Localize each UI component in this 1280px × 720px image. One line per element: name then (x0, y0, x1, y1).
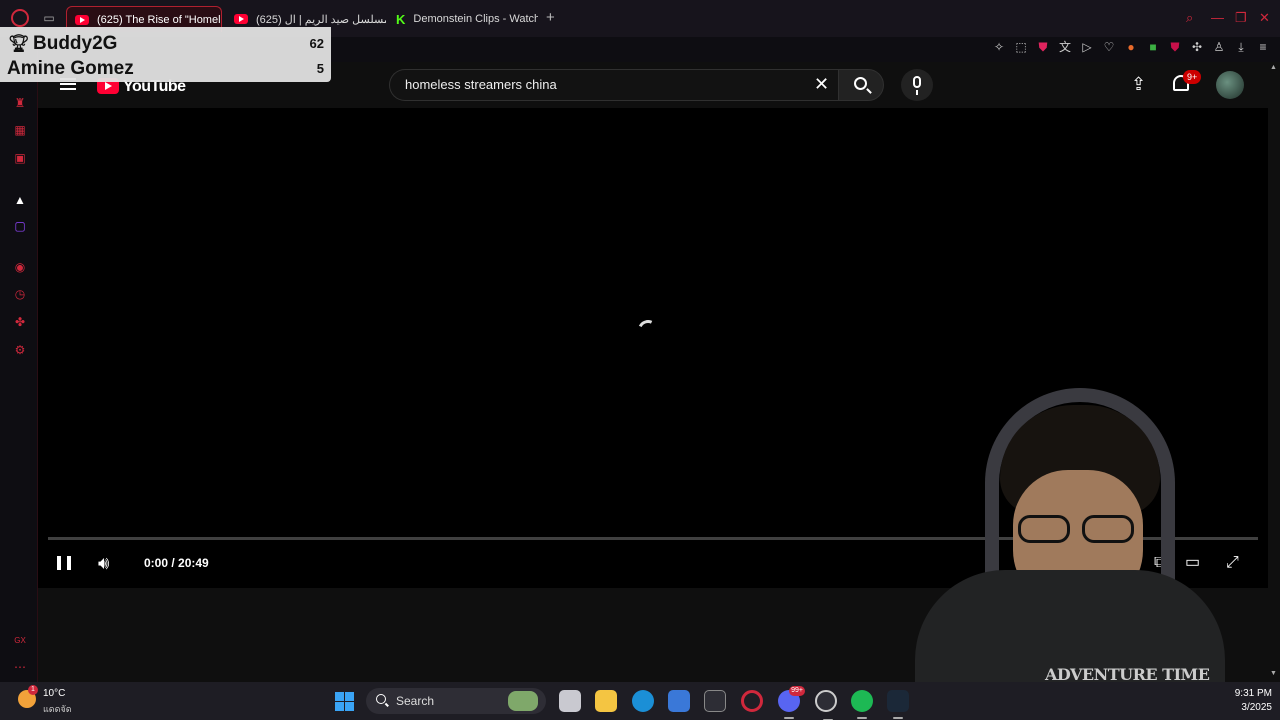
kick-icon: K (396, 11, 406, 27)
pin-icon[interactable]: ✧ (992, 40, 1006, 54)
taskbar-search[interactable]: Search (366, 688, 546, 714)
download-icon[interactable]: ⤓ (1234, 40, 1248, 54)
extension-fire-icon[interactable]: ● (1124, 40, 1138, 54)
desktop-screen: ▭ (625) The Rise of "Homel (625) مسلسل ص… (0, 0, 1280, 720)
glasses (1018, 515, 1138, 543)
trophy-icon: 🏆︎ (8, 34, 30, 53)
clear-search-icon[interactable]: ✕ (814, 74, 829, 94)
tab-kick[interactable]: K Demonstein Clips - Watch (388, 6, 538, 32)
history-icon[interactable]: ◷ (12, 286, 28, 302)
account-avatar[interactable] (1216, 71, 1244, 99)
start-button[interactable] (335, 692, 354, 711)
file-explorer-icon[interactable] (595, 690, 617, 712)
tab-title: Demonstein Clips - Watch (413, 13, 538, 25)
search-input[interactable]: homeless streamers china (389, 69, 838, 101)
clock-time: 9:31 PM (1234, 688, 1272, 699)
browser-toolbar: ✧ ⬚ ⛊ 文 ▷ ♡ ● ■ ⛊ ✣ ♙ ⤓ ≡ (992, 38, 1270, 56)
extensions-icon[interactable]: ✤ (12, 314, 28, 330)
windows-taskbar: 1 10°C แดดจัด Search 99+ 9:31 PM 3/2025 (0, 682, 1280, 720)
gx-logo-icon[interactable]: GX (12, 633, 28, 649)
translate-icon[interactable]: 文 (1058, 40, 1072, 54)
tab-menu-icon[interactable]: ▭ (42, 11, 56, 25)
loading-spinner-icon (635, 317, 661, 343)
taskbar-search-label: Search (396, 694, 435, 708)
search-icon (854, 77, 867, 90)
browser-sidebar: ♜ ▦ ▣ ▲ ▢ ◉ ◷ ✤ ⚙ GX ⋯ (0, 37, 38, 682)
search-icon[interactable]: ⌕ (1186, 10, 1193, 26)
extensions-puzzle-icon[interactable]: ✣ (1190, 40, 1204, 54)
volume-icon[interactable]: 🔊︎ (98, 554, 109, 572)
close-icon[interactable]: ✕ (1259, 10, 1270, 26)
menu-icon[interactable]: ≡ (1256, 40, 1270, 54)
edge-icon[interactable] (632, 690, 654, 712)
clock-date: 3/2025 (1241, 702, 1272, 713)
tab-title: (625) The Rise of "Homel (97, 13, 221, 26)
system-clock[interactable]: 9:31 PM 3/2025 (1235, 687, 1272, 715)
upload-icon[interactable]: ⇪ (1131, 74, 1146, 94)
webcam-overlay: ADVENTURE TIME (905, 385, 1225, 684)
time-display: 0:00 / 20:49 (144, 556, 209, 570)
gx-control-icon[interactable]: ♜ (12, 95, 28, 111)
opera-logo-icon[interactable] (11, 9, 29, 27)
scoreboard-row: Amine Gomez 5 (0, 55, 331, 81)
profile-icon[interactable]: ♙ (1212, 40, 1226, 54)
extension-ublock-icon[interactable]: ⛊ (1168, 40, 1182, 54)
player-score: 62 (309, 36, 324, 51)
microphone-icon (913, 76, 921, 95)
voice-search-button[interactable] (901, 69, 933, 101)
scroll-down-icon[interactable]: ▼ (1270, 670, 1277, 677)
obs-icon[interactable] (815, 690, 837, 720)
fullscreen-icon[interactable]: ⤢ (1226, 554, 1239, 572)
more-icon[interactable]: ⋯ (12, 659, 28, 675)
search-button[interactable] (838, 69, 884, 101)
new-tab-button[interactable]: + (546, 10, 555, 26)
twitch-icon[interactable]: ▢ (12, 218, 28, 234)
tab-title: (625) مسلسل صيد الريم | ال (256, 13, 386, 26)
gx-corner-icon[interactable]: ▦ (12, 122, 28, 138)
unity-icon[interactable] (704, 690, 726, 712)
minimize-icon[interactable]: — (1211, 10, 1224, 25)
search-highlight-icon (508, 691, 538, 711)
opera-gx-icon[interactable] (741, 690, 763, 712)
discord-icon[interactable]: 99+ (778, 686, 805, 719)
youtube-icon (234, 14, 248, 24)
weather-temp[interactable]: 10°C (43, 688, 65, 699)
settings-icon[interactable]: ⚙ (12, 342, 28, 358)
steam-icon[interactable] (887, 690, 909, 719)
search-icon (376, 694, 386, 704)
heart-icon[interactable]: ♡ (1102, 40, 1116, 54)
snapshot-icon[interactable]: ⬚ (1014, 40, 1028, 54)
pause-button[interactable] (57, 556, 71, 570)
shield-icon[interactable]: ⛊ (1036, 40, 1050, 54)
player-name: Buddy2G (33, 33, 118, 54)
messenger-icon[interactable]: ▣ (12, 150, 28, 166)
player-name: Amine Gomez (7, 58, 134, 79)
player-icon[interactable]: ◉ (12, 259, 28, 275)
hoodie-print: ADVENTURE TIME (1045, 665, 1210, 684)
notification-badge: 9+ (1183, 70, 1202, 84)
play-icon[interactable]: ▷ (1080, 40, 1094, 54)
extension-green-icon[interactable]: ■ (1146, 40, 1160, 54)
scroll-up-icon[interactable]: ▲ (1270, 64, 1277, 71)
scoreboard-row: 🏆︎ Buddy2G 62 (0, 30, 331, 56)
task-view-icon[interactable] (559, 690, 581, 712)
discord-badge: 99+ (789, 686, 805, 696)
store-icon[interactable] (668, 690, 690, 712)
spotify-icon[interactable] (851, 690, 873, 719)
player-score: 5 (316, 61, 324, 76)
weather-desc[interactable]: แดดจัด (43, 702, 72, 716)
page-scrollbar[interactable]: ▲ ▼ (1268, 62, 1280, 682)
app-arrow-icon[interactable]: ▲ (12, 192, 28, 208)
restore-icon[interactable]: ❐ (1235, 10, 1247, 26)
scoreboard-overlay: 🏆︎ Buddy2G 62 Amine Gomez 5 (0, 27, 331, 82)
youtube-icon (75, 14, 89, 25)
weather-alert-badge: 1 (28, 685, 38, 695)
